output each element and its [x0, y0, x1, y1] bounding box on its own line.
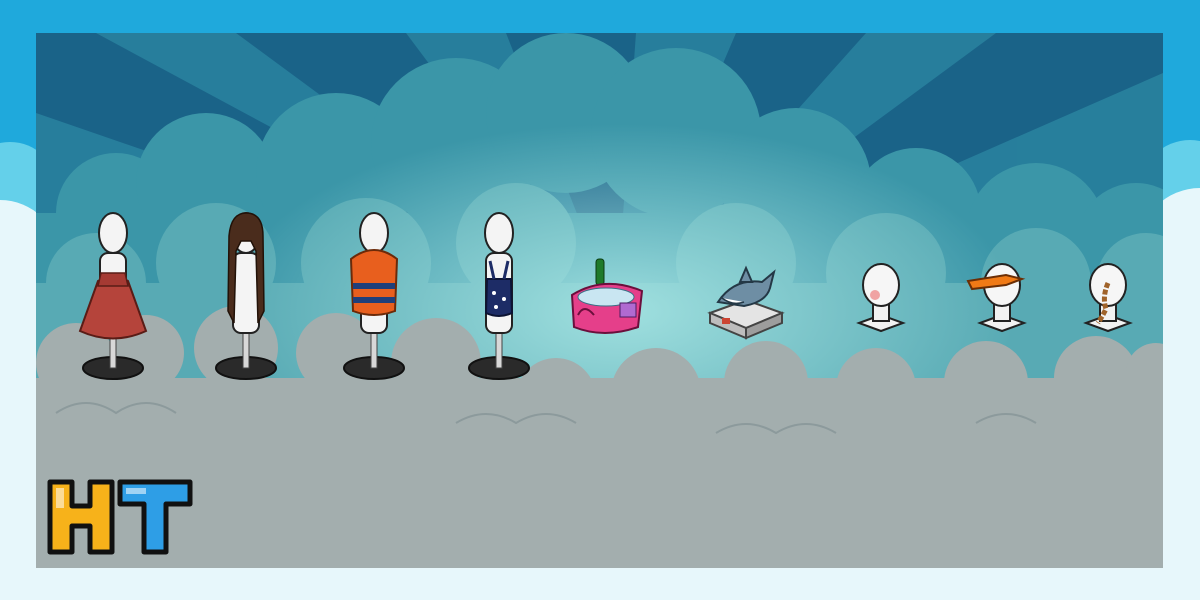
head-bust-orange-visor-icon — [966, 263, 1027, 333]
mannequin-orange-life-vest-icon — [343, 212, 405, 380]
mannequin-red-dress-icon — [78, 212, 148, 380]
mannequin-long-brown-hair-icon — [215, 212, 277, 380]
head-bust-blush-icon — [856, 263, 906, 333]
ht-logo — [47, 479, 193, 555]
head-bust-braid-icon — [1083, 263, 1133, 333]
banner-frame — [0, 0, 1200, 600]
mannequin-navy-swimsuit-icon — [468, 212, 530, 380]
shark-plush-on-crate-icon — [707, 265, 785, 340]
pink-beach-bag-icon — [570, 258, 644, 334]
banner-panel — [36, 33, 1163, 568]
